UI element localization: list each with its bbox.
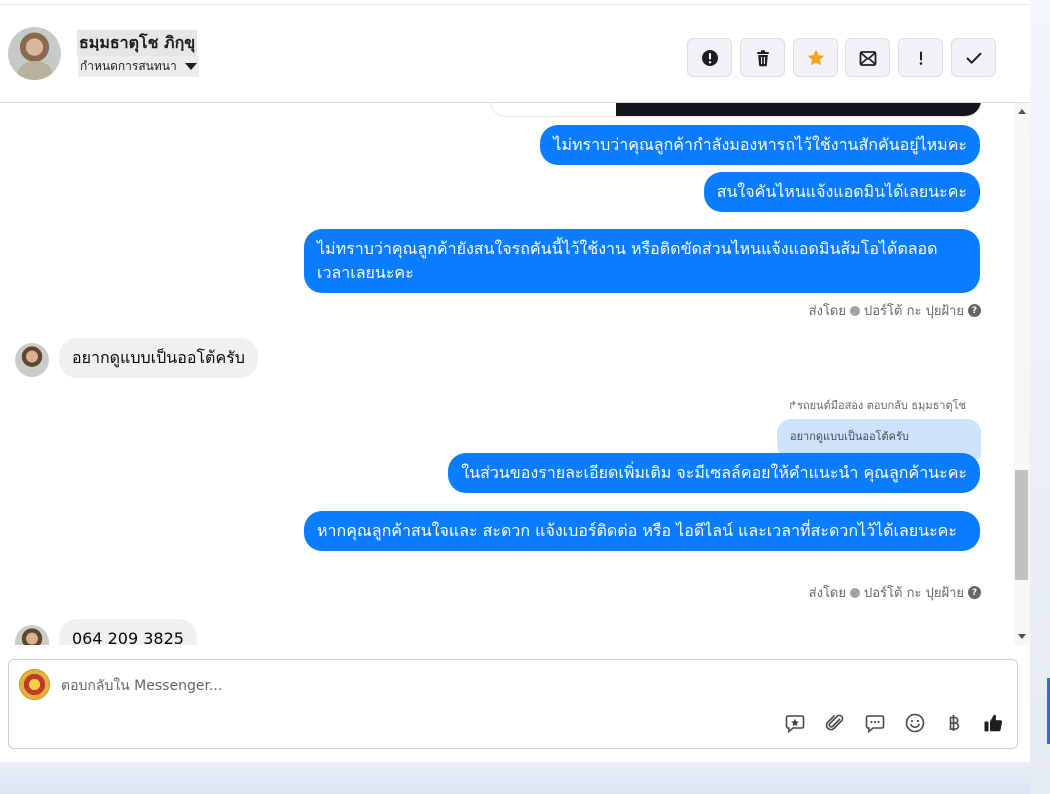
- alert-circle-icon: [701, 49, 718, 66]
- reply-input[interactable]: [61, 675, 761, 697]
- scrollbar-thumb[interactable]: [1015, 470, 1028, 580]
- contact-name[interactable]: ธมฺมธาตุโช ภิกฺขุ: [77, 30, 198, 57]
- emoji-icon: [905, 713, 925, 733]
- message-incoming[interactable]: อยากดูแบบเป็นออโต้ครับ: [59, 338, 258, 378]
- bottom-background: [0, 762, 1030, 794]
- like-button[interactable]: [981, 711, 1005, 735]
- attachment-icon: [825, 714, 844, 731]
- help-icon[interactable]: ?: [968, 586, 981, 599]
- mail-unread-icon: [859, 50, 876, 66]
- reply-context-text: รถยนต์มือสอง ตอบกลับ ธมฺมธาตุโช: [797, 399, 966, 412]
- help-icon[interactable]: ?: [968, 304, 981, 317]
- emoji-button[interactable]: [903, 711, 927, 735]
- chevron-down-icon: [184, 63, 197, 70]
- attachment-image: [616, 103, 981, 116]
- sent-by-label: ส่งโดย: [808, 304, 846, 319]
- scroll-up-arrow-icon[interactable]: [1018, 109, 1026, 114]
- checkmark-icon: [966, 52, 981, 64]
- conversation-header: ธมฺมธาตุโช ภิกฺขุ กำหนดการสนทนา: [0, 5, 1030, 103]
- reply-arrow-icon: ↱: [787, 399, 798, 412]
- verified-icon: [850, 305, 860, 316]
- sent-by-label: ส่งโดย: [808, 586, 846, 601]
- message-thread[interactable]: ไม่ทราบว่าคุณลูกค้ากำลังมองหารถไว้ใช้งาน…: [0, 103, 1014, 645]
- thread-scrollbar[interactable]: [1014, 103, 1030, 645]
- saved-reply-button[interactable]: [783, 711, 807, 735]
- comment-button[interactable]: [863, 711, 887, 735]
- conversation-settings-label: กำหนดการสนทนา: [80, 59, 177, 73]
- sent-by-name[interactable]: ปอร์โต้ กะ ปุยฝ้าย: [864, 300, 964, 321]
- reply-context-line: ↱รถยนต์มือสอง ตอบกลับ ธมฺมธาตุโช: [788, 396, 966, 414]
- message-incoming[interactable]: 064 209 3825: [59, 619, 197, 645]
- trash-icon: [756, 49, 769, 66]
- page-avatar: [19, 669, 50, 700]
- message-outgoing[interactable]: ในส่วนของรายละเอียดเพิ่มเติม จะมีเซลล์คอ…: [448, 453, 980, 493]
- verified-icon: [850, 587, 860, 598]
- sent-by-line: ส่งโดย ปอร์โต้ กะ ปุยฝ้าย ?: [809, 300, 981, 321]
- baht-icon: [949, 715, 960, 731]
- message-outgoing[interactable]: สนใจคันไหนแจ้งแอดมินได้เลยนะคะ: [703, 172, 980, 212]
- saved-reply-icon: [785, 715, 805, 734]
- star-icon: [807, 49, 824, 65]
- conversation-settings-dropdown[interactable]: กำหนดการสนทนา: [78, 56, 199, 77]
- star-button[interactable]: [793, 38, 838, 77]
- follow-up-button[interactable]: [898, 38, 943, 77]
- mark-done-button[interactable]: [951, 38, 996, 77]
- contact-avatar-small[interactable]: [15, 625, 49, 645]
- delete-button[interactable]: [740, 38, 785, 77]
- window-edge: [1030, 0, 1050, 794]
- scroll-down-arrow-icon[interactable]: [1018, 634, 1026, 639]
- mark-spam-button[interactable]: [687, 38, 732, 77]
- payment-button[interactable]: [942, 711, 966, 735]
- reply-composer: [8, 659, 1018, 749]
- media-attachment[interactable]: [490, 103, 982, 117]
- mark-unread-button[interactable]: [845, 38, 890, 77]
- contact-avatar[interactable]: [8, 27, 61, 80]
- exclamation-icon: [919, 51, 922, 65]
- thumbs-up-icon: [984, 714, 1003, 732]
- contact-avatar-small[interactable]: [15, 343, 49, 377]
- sent-by-name[interactable]: ปอร์โต้ กะ ปุยฝ้าย: [864, 582, 964, 603]
- message-outgoing[interactable]: ไม่ทราบว่าคุณลูกค้ากำลังมองหารถไว้ใช้งาน…: [540, 125, 980, 165]
- message-outgoing[interactable]: หากคุณลูกค้าสนใจและ สะดวก แจ้งเบอร์ติดต่…: [304, 511, 980, 551]
- chat-bubble-icon: [865, 715, 885, 734]
- message-outgoing[interactable]: ไม่ทราบว่าคุณลูกค้ายังสนใจรถคันนี้ไว้ใช้…: [304, 229, 980, 293]
- attach-file-button[interactable]: [823, 711, 847, 735]
- sent-by-line: ส่งโดย ปอร์โต้ กะ ปุยฝ้าย ?: [809, 582, 981, 603]
- inbox-conversation-panel: ธมฺมธาตุโช ภิกฺขุ กำหนดการสนทนา ไม่ทราบว…: [0, 0, 1030, 762]
